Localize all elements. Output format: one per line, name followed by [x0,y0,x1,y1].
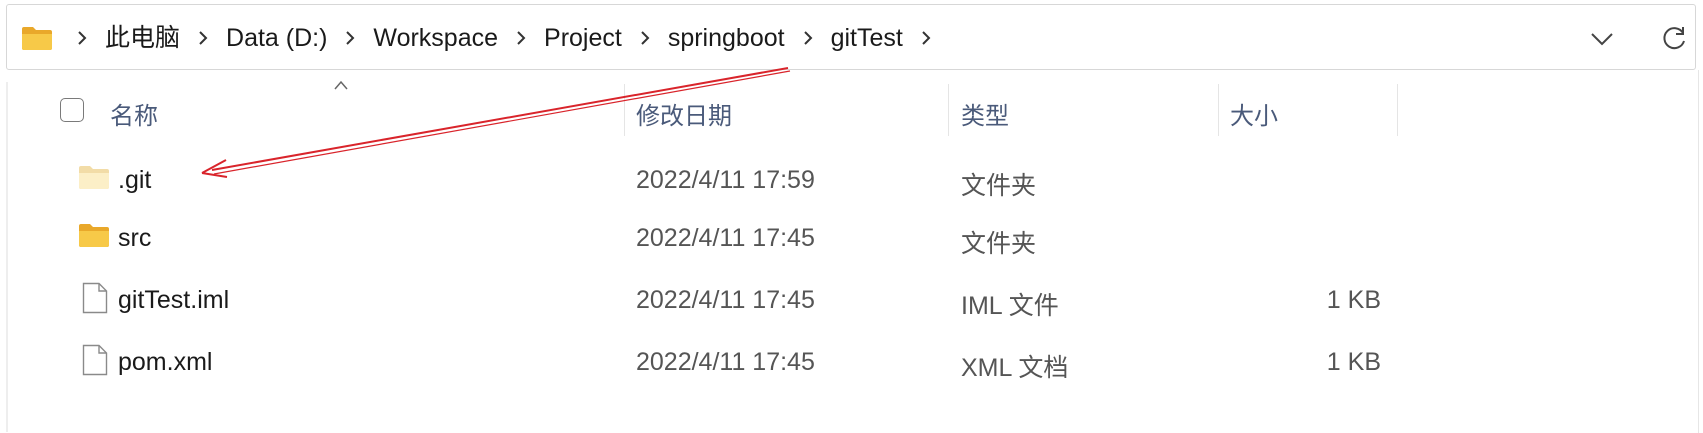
chevron-right-icon[interactable] [797,27,819,49]
chevron-right-icon[interactable] [510,27,532,49]
file-name[interactable]: pom.xml [118,348,212,377]
file-icon [82,344,108,381]
file-name[interactable]: .git [118,166,151,195]
chevron-right-icon[interactable] [915,27,937,49]
column-header-size[interactable]: 大小 [1230,96,1278,131]
column-header-row [0,80,1703,138]
folder-hidden-icon [78,164,110,195]
file-row-pom-xml[interactable]: pom.xml 2022/4/11 17:45 XML 文档 1 KB [0,332,1703,392]
refresh-icon[interactable] [1659,24,1689,54]
breadcrumb-item-this-pc[interactable]: 此电脑 [99,5,186,71]
select-all-checkbox[interactable] [60,98,84,122]
chevron-right-icon[interactable] [192,27,214,49]
file-icon [82,282,108,319]
chevron-right-icon[interactable] [634,27,656,49]
folder-icon [21,25,53,56]
column-separator[interactable] [1218,84,1219,136]
column-header-modified[interactable]: 修改日期 [636,96,732,131]
file-name[interactable]: gitTest.iml [118,286,229,315]
file-type: IML 文件 [961,292,1059,320]
breadcrumb-item-gittest[interactable]: gitTest [825,5,909,71]
sort-ascending-icon[interactable] [334,80,348,90]
column-header-name[interactable]: 名称 [110,96,158,131]
column-separator[interactable] [624,84,625,136]
file-row-gittest-iml[interactable]: gitTest.iml 2022/4/11 17:45 IML 文件 1 KB [0,270,1703,330]
breadcrumb-item-springboot[interactable]: springboot [662,5,791,71]
chevron-down-icon[interactable] [1587,27,1617,51]
column-separator[interactable] [1397,84,1398,136]
chevron-right-icon[interactable] [339,27,361,49]
file-size: 1 KB [1326,286,1381,314]
file-modified: 2022/4/11 17:45 [636,224,815,252]
file-row-git[interactable]: .git 2022/4/11 17:59 文件夹 [0,150,1703,210]
file-modified: 2022/4/11 17:45 [636,286,815,314]
breadcrumb: 此电脑 Data (D:) Workspace Project springbo… [65,5,943,71]
folder-icon [78,222,110,253]
file-size: 1 KB [1326,348,1381,376]
file-modified: 2022/4/11 17:59 [636,166,815,194]
breadcrumb-item-project[interactable]: Project [538,5,628,71]
breadcrumb-item-data-drive[interactable]: Data (D:) [220,5,333,71]
file-modified: 2022/4/11 17:45 [636,348,815,376]
address-bar[interactable]: 此电脑 Data (D:) Workspace Project springbo… [6,4,1696,70]
chevron-right-icon[interactable] [71,27,93,49]
file-type: XML 文档 [961,354,1069,382]
file-type: 文件夹 [961,230,1037,258]
breadcrumb-item-workspace[interactable]: Workspace [367,5,504,71]
file-row-src[interactable]: src 2022/4/11 17:45 文件夹 [0,208,1703,268]
column-separator[interactable] [948,84,949,136]
file-type: 文件夹 [961,172,1037,200]
file-name[interactable]: src [118,224,151,253]
column-header-type[interactable]: 类型 [961,96,1009,131]
